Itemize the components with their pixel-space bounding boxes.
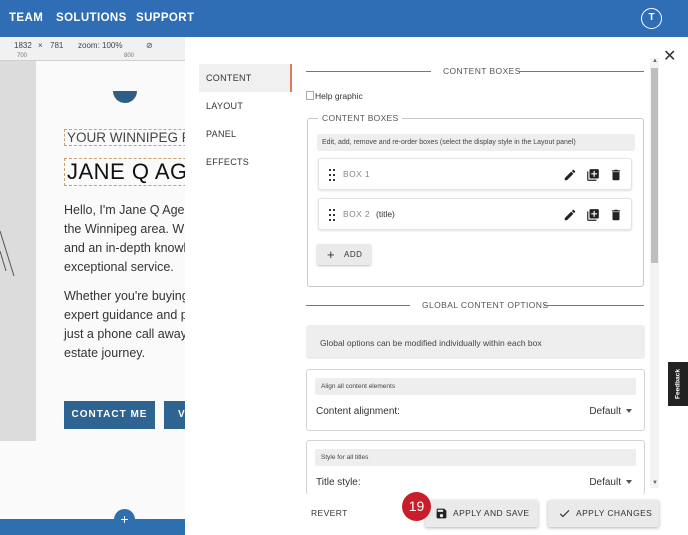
global-options-heading: GLOBAL CONTENT OPTIONS — [306, 298, 644, 312]
box-label: BOX 1 — [343, 169, 371, 179]
zoom-select[interactable]: zoom: 100% — [78, 41, 122, 50]
help-graphic-image: Help graphic — [306, 91, 363, 101]
edit-icon[interactable] — [563, 168, 577, 182]
contact-me-button[interactable]: CONTACT ME — [64, 401, 155, 429]
footer-band — [0, 519, 185, 535]
nav-support[interactable]: SUPPORT — [136, 12, 194, 24]
duplicate-icon[interactable] — [586, 168, 600, 182]
dropdown-arrow-icon — [626, 409, 632, 413]
scroll-thumb[interactable] — [651, 68, 658, 263]
title-style-select[interactable]: Default — [589, 477, 632, 488]
content-boxes-note: Edit, add, remove and re-order boxes (se… — [317, 134, 635, 151]
apply-changes-button[interactable]: APPLY CHANGES — [548, 500, 659, 527]
revert-button[interactable]: REVERT — [311, 508, 348, 518]
drag-handle-icon[interactable] — [329, 209, 335, 221]
page-canvas: YOUR WINNIPEG REAL ES JANE Q AGENT Hello… — [0, 61, 185, 535]
edit-icon[interactable] — [563, 208, 577, 222]
checkmark-icon — [559, 510, 570, 518]
no-rotate-icon[interactable]: ⊘ — [146, 41, 153, 50]
hero-paragraph-1[interactable]: Hello, I'm Jane Q Agent the Winnipeg are… — [64, 201, 185, 277]
tab-content[interactable]: CONTENT — [199, 64, 292, 92]
content-boxes-legend: CONTENT BOXES — [318, 113, 403, 123]
broken-image-icon — [306, 91, 314, 100]
step-number-badge: 19 — [402, 492, 431, 521]
box-label: BOX 2 — [343, 209, 371, 219]
panel-scrollbar[interactable]: ▲ ▼ — [650, 58, 659, 488]
avatar[interactable]: T — [641, 8, 662, 29]
hero-name[interactable]: JANE Q AGENT — [64, 158, 185, 186]
tab-panel[interactable]: PANEL — [199, 120, 292, 148]
apply-and-save-button[interactable]: APPLY AND SAVE — [425, 500, 538, 527]
width-field[interactable]: 1832 — [14, 41, 32, 50]
box-tag: (title) — [376, 209, 395, 219]
content-alignment-option: Align all content elements Content align… — [306, 369, 645, 431]
add-box-button[interactable]: + ADD — [317, 244, 371, 265]
scroll-down-icon[interactable]: ▼ — [652, 480, 658, 486]
content-box-row[interactable]: BOX 1 — [318, 158, 632, 190]
option-label: Content alignment: — [316, 406, 400, 417]
editor-toolbar: 1832 × 781 zoom: 100% ⊘ 700 800 — [0, 37, 185, 61]
ruler-mark: 700 — [17, 53, 28, 59]
option-label: Title style: — [316, 477, 361, 488]
top-nav: TEAM SOLUTIONS SUPPORT T — [0, 0, 688, 37]
hero-image — [0, 61, 36, 441]
duplicate-icon[interactable] — [586, 208, 600, 222]
option-header: Style for all titles — [315, 449, 636, 466]
nav-team[interactable]: TEAM — [9, 12, 43, 24]
scroll-up-icon[interactable]: ▲ — [652, 58, 658, 64]
hero-paragraph-2[interactable]: Whether you're buying expert guidance an… — [64, 287, 185, 363]
ruler-mark: 800 — [124, 53, 135, 59]
tab-effects[interactable]: EFFECTS — [199, 148, 292, 176]
dropdown-arrow-icon — [626, 480, 632, 484]
feedback-tab[interactable]: Feedback — [668, 362, 688, 406]
tab-layout[interactable]: LAYOUT — [199, 92, 292, 120]
hero-kicker[interactable]: YOUR WINNIPEG REAL ES — [64, 129, 185, 146]
close-icon[interactable]: ✕ — [663, 46, 676, 66]
section-handle[interactable] — [113, 91, 137, 103]
content-alignment-select[interactable]: Default — [589, 406, 632, 417]
content-boxes-heading: CONTENT BOXES — [306, 64, 644, 78]
delete-icon[interactable] — [609, 168, 623, 182]
save-icon — [436, 508, 447, 519]
plus-icon: + — [327, 247, 336, 262]
secondary-hero-button[interactable]: V — [164, 401, 185, 429]
delete-icon[interactable] — [609, 208, 623, 222]
global-options-note: Global options can be modified individua… — [306, 325, 645, 359]
title-style-option: Style for all titles Title style: Defaul… — [306, 440, 645, 495]
content-box-row[interactable]: BOX 2 (title) — [318, 198, 632, 230]
option-header: Align all content elements — [315, 378, 636, 395]
website-preview: 1832 × 781 zoom: 100% ⊘ 700 800 YOUR WIN… — [0, 37, 185, 535]
panel-tabs: CONTENT LAYOUT PANEL EFFECTS — [199, 64, 292, 184]
drag-handle-icon[interactable] — [329, 169, 335, 181]
height-field[interactable]: 781 — [50, 41, 63, 50]
add-section-icon[interactable]: + — [114, 509, 135, 530]
nav-solutions[interactable]: SOLUTIONS — [56, 12, 127, 24]
